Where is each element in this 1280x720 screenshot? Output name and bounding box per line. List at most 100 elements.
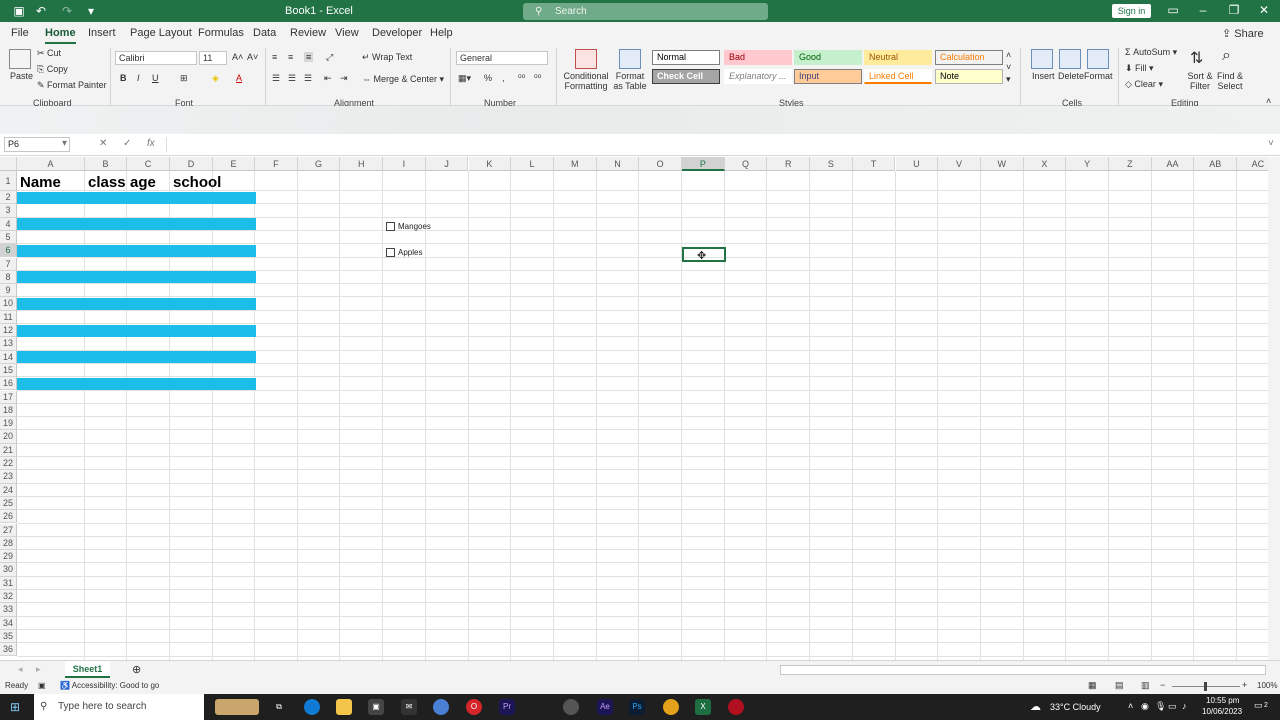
- formula-input[interactable]: [166, 137, 1266, 152]
- decrease-decimal-icon[interactable]: ⁰⁰: [534, 73, 541, 84]
- expand-formula-icon[interactable]: ˅: [1268, 138, 1274, 149]
- page-layout-view-icon[interactable]: ▤: [1115, 680, 1124, 691]
- column-header-u[interactable]: U: [895, 157, 939, 171]
- cell-style-check-cell[interactable]: Check Cell: [652, 69, 720, 84]
- find-select-button[interactable]: Find & Select: [1214, 71, 1246, 91]
- page-break-view-icon[interactable]: ▥: [1141, 680, 1150, 691]
- column-header-l[interactable]: L: [511, 157, 554, 171]
- undo-icon[interactable]: ↶: [34, 4, 48, 18]
- font-size-select[interactable]: 11: [199, 51, 227, 65]
- column-header-e[interactable]: E: [213, 157, 255, 171]
- row-header-36[interactable]: 36: [0, 643, 17, 657]
- macro-record-icon[interactable]: ▣: [38, 681, 46, 690]
- row-header-26[interactable]: 26: [0, 510, 17, 524]
- row-header-10[interactable]: 10: [0, 297, 17, 311]
- cell-style-input[interactable]: Input: [794, 69, 862, 84]
- tab-help[interactable]: Help: [430, 27, 453, 39]
- tab-review[interactable]: Review: [290, 27, 326, 39]
- column-header-g[interactable]: G: [297, 157, 341, 171]
- accounting-icon[interactable]: ▦▾: [458, 73, 471, 84]
- collapse-ribbon-icon[interactable]: ˄: [1266, 96, 1271, 106]
- row-header-2[interactable]: 2: [0, 191, 17, 205]
- tool-icon[interactable]: [563, 699, 579, 715]
- row-header-14[interactable]: 14: [0, 350, 17, 364]
- merge-center-button[interactable]: ⇔ Merge & Center ▾: [362, 74, 444, 85]
- column-header-q[interactable]: Q: [724, 157, 768, 171]
- column-header-ac[interactable]: AC: [1237, 157, 1268, 171]
- row-header-18[interactable]: 18: [0, 403, 17, 418]
- column-header-aa[interactable]: AA: [1151, 157, 1195, 171]
- wrap-text-button[interactable]: ↵ Wrap Text: [362, 52, 412, 63]
- percent-icon[interactable]: %: [484, 73, 492, 83]
- row-header-25[interactable]: 25: [0, 496, 17, 511]
- format-as-table-icon[interactable]: [619, 49, 641, 69]
- row-header-21[interactable]: 21: [0, 443, 17, 457]
- orientation-icon[interactable]: ⤢: [326, 52, 333, 63]
- column-header-m[interactable]: M: [553, 157, 597, 171]
- row-header-31[interactable]: 31: [0, 576, 17, 590]
- search-box[interactable]: ⚲ Search: [523, 3, 768, 20]
- tab-view[interactable]: View: [335, 27, 359, 39]
- normal-view-icon[interactable]: ▦: [1088, 680, 1097, 691]
- share-button[interactable]: ⇪ Share: [1222, 27, 1264, 40]
- zoom-slider-thumb[interactable]: [1204, 682, 1207, 691]
- zoom-in-icon[interactable]: +: [1242, 680, 1247, 690]
- checkbox-icon[interactable]: [386, 248, 395, 257]
- row-header-13[interactable]: 13: [0, 337, 17, 351]
- autosum-button[interactable]: Σ AutoSum ▾: [1125, 47, 1177, 58]
- column-header-d[interactable]: D: [170, 157, 213, 171]
- redo-icon[interactable]: ↷: [60, 4, 74, 18]
- save-icon[interactable]: ▣: [12, 4, 26, 18]
- grow-font-icon[interactable]: A˄: [232, 52, 243, 62]
- cell-style-linked-cell[interactable]: Linked Cell: [864, 69, 932, 84]
- find-select-icon[interactable]: ⌕: [1222, 47, 1231, 65]
- task-view-icon[interactable]: ⧉: [271, 699, 287, 715]
- sheet-tab-sheet1[interactable]: Sheet1: [65, 661, 110, 678]
- cell-style-normal[interactable]: Normal: [652, 50, 720, 65]
- tab-data[interactable]: Data: [253, 27, 276, 39]
- row-header-32[interactable]: 32: [0, 590, 17, 604]
- row-header-35[interactable]: 35: [0, 629, 17, 644]
- align-top-icon[interactable]: ≡: [272, 52, 277, 62]
- tab-file[interactable]: File: [11, 27, 29, 39]
- ribbon-display-icon[interactable]: ▭: [1163, 3, 1183, 17]
- fill-button[interactable]: ⬇ Fill ▾: [1125, 63, 1154, 74]
- edge-icon[interactable]: [304, 699, 320, 715]
- cut-button[interactable]: ✂ Cut: [37, 48, 61, 59]
- new-sheet-icon[interactable]: ⊕: [132, 663, 141, 676]
- prev-sheet-icon[interactable]: ◂: [18, 664, 23, 675]
- column-header-w[interactable]: W: [980, 157, 1024, 171]
- header-cell-class[interactable]: class: [88, 174, 126, 191]
- number-format-select[interactable]: General: [456, 51, 548, 65]
- row-header-29[interactable]: 29: [0, 550, 17, 564]
- underline-icon[interactable]: U: [152, 73, 159, 83]
- format-button[interactable]: Format: [1084, 71, 1113, 81]
- fill-color-icon[interactable]: ◈: [212, 73, 219, 84]
- copy-button[interactable]: ⎘ Copy: [37, 64, 68, 75]
- font-color-icon[interactable]: A: [236, 73, 242, 83]
- chrome-icon[interactable]: [663, 699, 679, 715]
- clock-date[interactable]: 10/06/2023: [1202, 707, 1242, 716]
- checkbox-mangoes[interactable]: Mangoes: [386, 222, 431, 231]
- column-header-i[interactable]: I: [383, 157, 426, 171]
- opera-icon[interactable]: O: [466, 699, 482, 715]
- cell-style-bad[interactable]: Bad: [724, 50, 792, 65]
- format-cells-icon[interactable]: [1087, 49, 1109, 69]
- delete-cells-icon[interactable]: [1059, 49, 1081, 69]
- column-header-b[interactable]: B: [85, 157, 127, 171]
- header-cell-name[interactable]: Name: [20, 174, 61, 191]
- cancel-entry-icon[interactable]: ✕: [99, 138, 107, 149]
- align-bottom-icon[interactable]: ≡: [304, 52, 314, 62]
- worksheet-grid[interactable]: A B C D E F G H I J K L M N O P Q R S T U V W X Y Z AA AB AC 1 2 3 4 5 6 7 8…: [0, 157, 1268, 660]
- column-header-s[interactable]: S: [810, 157, 853, 171]
- sort-filter-icon[interactable]: ⇅: [1190, 48, 1203, 68]
- comma-icon[interactable]: ,: [502, 73, 505, 83]
- screen-recorder-icon[interactable]: [728, 699, 744, 715]
- increase-decimal-icon[interactable]: ⁰⁰: [518, 73, 525, 84]
- column-header-ab[interactable]: AB: [1194, 157, 1238, 171]
- taskbar-search[interactable]: ⚲ Type here to search: [34, 694, 204, 720]
- align-left-icon[interactable]: ☰: [272, 73, 280, 84]
- column-header-v[interactable]: V: [938, 157, 981, 171]
- premiere-icon[interactable]: Pr: [499, 699, 515, 715]
- column-header-z[interactable]: Z: [1109, 157, 1152, 171]
